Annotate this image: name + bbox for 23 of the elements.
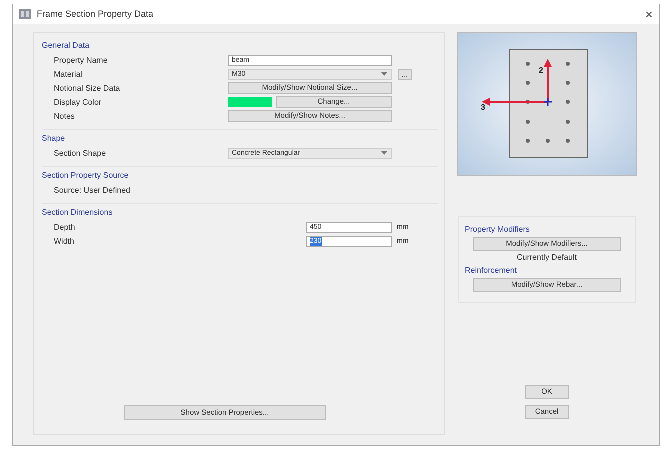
field-label: Section Shape — [54, 148, 108, 158]
status-text: Currently Default — [516, 253, 578, 262]
section-heading: Section Dimensions — [42, 208, 114, 217]
app-icon — [19, 9, 31, 19]
caret-icon — [381, 72, 388, 76]
section-heading: Section Property Source — [42, 171, 130, 180]
field-label: Property Name — [54, 56, 109, 64]
field-label: Depth — [54, 222, 76, 232]
section-heading: General Data — [42, 41, 91, 50]
close-button[interactable]: × — [645, 6, 653, 22]
field-label: Width — [54, 236, 76, 246]
section-heading: Reinforcement — [465, 266, 518, 275]
caret-icon — [381, 151, 388, 155]
section-heading: Shape — [42, 134, 66, 143]
window-title: Frame Section Property Data — [37, 9, 155, 19]
source-text: Source: User Defined — [54, 186, 132, 194]
field-label: Display Color — [54, 98, 103, 106]
field-label: Notional Size Data — [54, 84, 122, 92]
section-heading: Property Modifiers — [465, 225, 531, 234]
axis-label: 2 — [539, 67, 544, 75]
field-label: Material — [54, 70, 84, 78]
field-label: Notes — [54, 112, 76, 120]
axis-label: 3 — [481, 104, 486, 112]
